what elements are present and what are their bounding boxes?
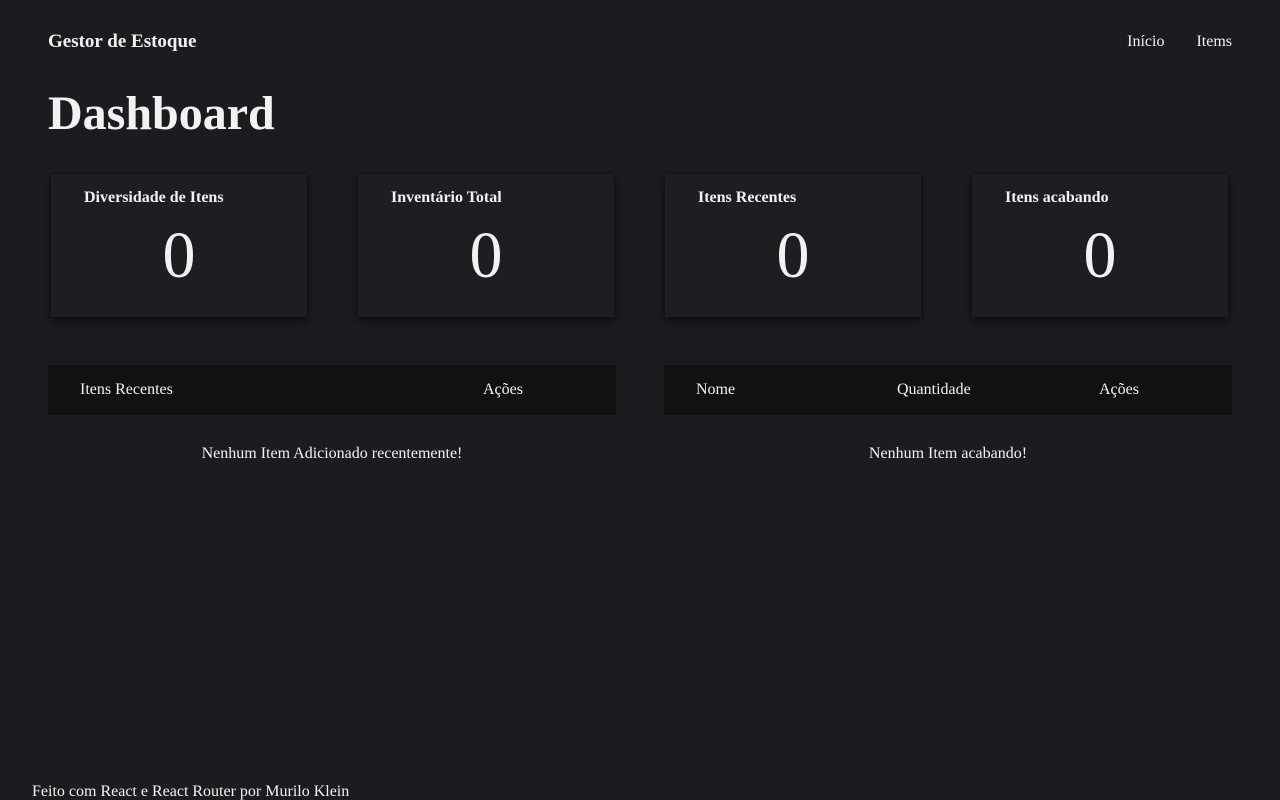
footer-credits: Feito com React e React Router por Muril… xyxy=(32,783,350,800)
nav-link-inicio[interactable]: Início xyxy=(1127,33,1164,51)
stat-card-value: 0 xyxy=(776,219,810,292)
stat-card-acabando: Itens acabando 0 xyxy=(972,174,1228,317)
recent-items-table: Itens Recentes Ações Nenhum Item Adicion… xyxy=(48,365,616,462)
stat-card-title: Diversidade de Itens xyxy=(84,189,224,206)
stat-card-diversidade: Diversidade de Itens 0 xyxy=(51,174,307,317)
table-header: Itens Recentes Ações xyxy=(48,365,616,415)
stat-card-title: Itens Recentes xyxy=(698,189,797,206)
main-nav: Início Items xyxy=(1127,33,1232,51)
top-bar: Gestor de Estoque Início Items xyxy=(48,28,1232,56)
stat-cards: Diversidade de Itens 0 Inventário Total … xyxy=(51,174,1228,317)
stat-card-title: Inventário Total xyxy=(391,189,502,206)
page-title: Dashboard xyxy=(48,87,275,140)
column-header-acoes: Ações xyxy=(1099,381,1139,398)
column-header-acoes: Ações xyxy=(483,381,523,398)
low-stock-table: Nome Quantidade Ações Nenhum Item acaban… xyxy=(664,365,1232,462)
column-header-nome: Nome xyxy=(696,381,736,398)
page: Gestor de Estoque Início Items Dashboard… xyxy=(0,0,1280,800)
app-brand[interactable]: Gestor de Estoque xyxy=(48,31,196,53)
stat-card-value: 0 xyxy=(1083,219,1117,292)
table-header: Nome Quantidade Ações xyxy=(664,365,1232,415)
stat-card-inventario: Inventário Total 0 xyxy=(358,174,614,317)
empty-state-message: Nenhum Item Adicionado recentemente! xyxy=(201,445,463,462)
stat-card-value: 0 xyxy=(162,219,196,292)
stat-card-value: 0 xyxy=(469,219,503,292)
column-header-itens-recentes: Itens Recentes xyxy=(80,381,173,398)
empty-state-message: Nenhum Item acabando! xyxy=(868,445,1028,462)
stat-card-title: Itens acabando xyxy=(1005,189,1109,206)
stat-card-recentes: Itens Recentes 0 xyxy=(665,174,921,317)
column-header-quantidade: Quantidade xyxy=(897,381,971,398)
nav-link-items[interactable]: Items xyxy=(1196,33,1232,51)
